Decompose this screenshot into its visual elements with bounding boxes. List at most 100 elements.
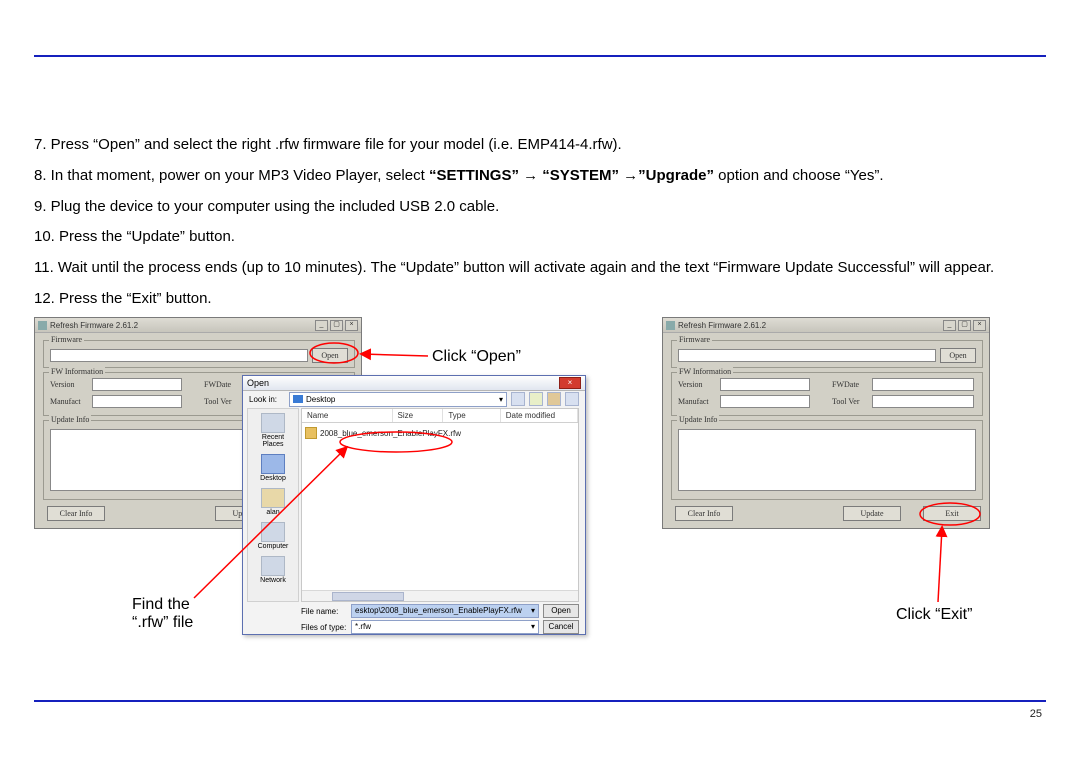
- dialog-open-button[interactable]: Open: [543, 604, 579, 618]
- lbl-manufact: Manufact: [50, 397, 81, 406]
- group-fwinfo-label-r: FW Information: [677, 367, 733, 376]
- open-button[interactable]: Open: [312, 348, 348, 363]
- group-fwinfo-label: FW Information: [49, 367, 105, 376]
- lbl-toolver: Tool Ver: [204, 397, 232, 406]
- window-buttons: _ ▢ ×: [315, 320, 358, 331]
- restore-button[interactable]: ▢: [330, 320, 343, 331]
- lbl-toolver-r: Tool Ver: [832, 397, 860, 406]
- back-icon[interactable]: [511, 392, 525, 406]
- version-input-r: [720, 378, 810, 391]
- recent-icon: [261, 413, 285, 433]
- callout-find-2: “.rfw” file: [132, 614, 193, 632]
- window-buttons-r: _ ▢ ×: [943, 320, 986, 331]
- scr-left-titlebar: Refresh Firmware 2.61.2 _ ▢ ×: [35, 318, 361, 333]
- list-columns: Name Size Type Date modified: [302, 409, 578, 423]
- up-icon[interactable]: [529, 392, 543, 406]
- scr-left-title: Refresh Firmware 2.61.2: [50, 321, 138, 330]
- clear-info-button-r[interactable]: Clear Info: [675, 506, 733, 521]
- open-dialog-titlebar: Open ×: [243, 376, 585, 391]
- file-row[interactable]: 2008_blue_emerson_EnablePlayFX.rfw: [305, 427, 461, 439]
- step-7: 7. Press “Open” and select the right .rf…: [34, 130, 1046, 161]
- group-updateinfo-label: Update Info: [49, 415, 91, 424]
- manufact-input: [92, 395, 182, 408]
- close-button[interactable]: ×: [345, 320, 358, 331]
- side-network-label: Network: [260, 577, 286, 584]
- side-desktop[interactable]: Desktop: [251, 454, 295, 482]
- network-icon: [261, 556, 285, 576]
- side-alan[interactable]: alan: [251, 488, 295, 516]
- step-8-b2: “SYSTEM”: [542, 167, 619, 184]
- lbl-version-r: Version: [678, 380, 702, 389]
- app-icon: [38, 321, 47, 330]
- step-11: 11. Wait until the process ends (up to 1…: [34, 253, 1046, 284]
- step-9: 9. Plug the device to your computer usin…: [34, 192, 1046, 223]
- dialog-cancel-button[interactable]: Cancel: [543, 620, 579, 634]
- group-fwinfo-r: FW Information Version FWDate Manufact T…: [671, 372, 983, 416]
- step-8-arr1: →: [519, 167, 542, 184]
- open-button-r[interactable]: Open: [940, 348, 976, 363]
- callout-open: Click “Open”: [432, 348, 521, 366]
- page: 25 7. Press “Open” and select the right …: [34, 12, 1046, 769]
- col-type[interactable]: Type: [443, 409, 500, 422]
- firmware-path-input-r[interactable]: [678, 349, 936, 362]
- side-computer[interactable]: Computer: [251, 522, 295, 550]
- clear-info-button[interactable]: Clear Info: [47, 506, 105, 521]
- scr-right-title: Refresh Firmware 2.61.2: [678, 321, 766, 330]
- side-recent-label: Recent Places: [262, 434, 284, 448]
- lbl-version: Version: [50, 380, 74, 389]
- updateinfo-textarea-r: [678, 429, 976, 491]
- update-button-r[interactable]: Update: [843, 506, 901, 521]
- user-icon: [261, 488, 285, 508]
- group-updateinfo-label-r: Update Info: [677, 415, 719, 424]
- close-button-r[interactable]: ×: [973, 320, 986, 331]
- rule-bottom: [34, 700, 1046, 702]
- side-alan-label: alan: [266, 509, 279, 516]
- version-input: [92, 378, 182, 391]
- sidebar: Recent Places Desktop alan Computer Netw…: [247, 408, 299, 602]
- exit-button-r[interactable]: Exit: [923, 506, 981, 521]
- side-network[interactable]: Network: [251, 556, 295, 584]
- min-button[interactable]: _: [315, 320, 328, 331]
- firmware-path-input[interactable]: [50, 349, 308, 362]
- filename-combo[interactable]: esktop\2008_blue_emerson_EnablePlayFX.rf…: [351, 604, 539, 618]
- filetype-label: Files of type:: [301, 623, 351, 632]
- col-size[interactable]: Size: [393, 409, 444, 422]
- filename-value: esktop\2008_blue_emerson_EnablePlayFX.rf…: [355, 606, 522, 615]
- scr-right-titlebar: Refresh Firmware 2.61.2 _ ▢ ×: [663, 318, 989, 333]
- step-8-post: option and choose “Yes”.: [714, 167, 884, 184]
- callout-find-1: Find the: [132, 596, 190, 614]
- scrollbar-thumb[interactable]: [332, 592, 404, 601]
- rule-top: [34, 55, 1046, 57]
- open-dialog-close[interactable]: ×: [559, 377, 581, 389]
- newfolder-icon[interactable]: [547, 392, 561, 406]
- group-firmware-label-r: Firmware: [677, 335, 712, 344]
- side-recent[interactable]: Recent Places: [251, 413, 295, 448]
- col-date[interactable]: Date modified: [501, 409, 578, 422]
- views-icon[interactable]: [565, 392, 579, 406]
- desktop-side-icon: [261, 454, 285, 474]
- toolver-input-r: [872, 395, 974, 408]
- file-listing[interactable]: Name Size Type Date modified 2008_blue_e…: [301, 408, 579, 602]
- scr-right: Refresh Firmware 2.61.2 _ ▢ × Firmware O…: [662, 317, 990, 529]
- step-8-arr2: →: [619, 167, 638, 184]
- group-firmware-r: Firmware Open: [671, 340, 983, 368]
- filename-label: File name:: [301, 607, 351, 616]
- group-updateinfo-r: Update Info: [671, 420, 983, 500]
- filetype-value: *.rfw: [355, 622, 371, 631]
- lookin-combo[interactable]: Desktop ▾: [289, 392, 507, 407]
- lookin-row: Look in: Desktop ▾: [243, 391, 585, 407]
- step-8-pre: 8. In that moment, power on your MP3 Vid…: [34, 167, 429, 184]
- step-10: 10. Press the “Update” button.: [34, 222, 1046, 253]
- app-icon-r: [666, 321, 675, 330]
- step-8: 8. In that moment, power on your MP3 Vid…: [34, 161, 1046, 192]
- file-icon: [305, 427, 317, 439]
- h-scrollbar[interactable]: [302, 590, 578, 601]
- lookin-value: Desktop: [306, 395, 335, 404]
- col-name[interactable]: Name: [302, 409, 393, 422]
- open-dialog: Open × Look in: Desktop ▾ Recent Places …: [242, 375, 586, 635]
- min-button-r[interactable]: _: [943, 320, 956, 331]
- restore-button-r[interactable]: ▢: [958, 320, 971, 331]
- lbl-fwdate-r: FWDate: [832, 380, 859, 389]
- filetype-combo[interactable]: *.rfw▾: [351, 620, 539, 634]
- open-dialog-title: Open: [247, 378, 269, 388]
